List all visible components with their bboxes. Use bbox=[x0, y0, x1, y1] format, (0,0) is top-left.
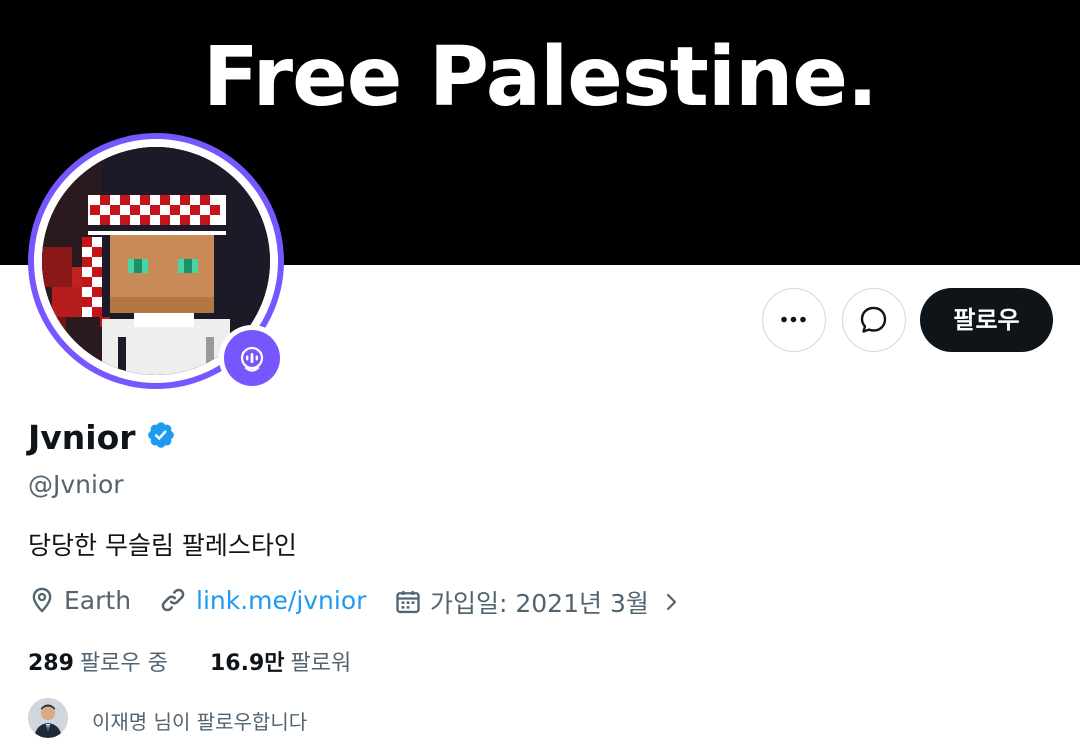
chevron-right-icon bbox=[666, 593, 676, 611]
spaces-icon bbox=[240, 346, 264, 372]
location: Earth bbox=[28, 584, 131, 618]
display-name-row: Jvnior bbox=[28, 418, 176, 462]
following-stat[interactable]: 289 팔로우 중 bbox=[28, 645, 168, 677]
location-text: Earth bbox=[64, 585, 132, 615]
join-date-text: 가입일: 2021년 3월 bbox=[430, 589, 649, 618]
website-link[interactable]: link.me/jvnior bbox=[196, 586, 366, 615]
website[interactable]: link.me/jvnior bbox=[158, 584, 366, 618]
followers-stat[interactable]: 16.9만 팔로워 bbox=[210, 645, 351, 677]
join-date[interactable]: 가입일: 2021년 3월 bbox=[394, 584, 683, 618]
calendar-icon bbox=[396, 590, 420, 614]
banner-text: Free Palestine. bbox=[202, 30, 878, 125]
follower-avatar bbox=[28, 698, 68, 738]
user-handle: @Jvnior bbox=[28, 470, 124, 499]
location-pin-icon bbox=[32, 587, 52, 613]
message-icon bbox=[860, 306, 887, 333]
followers-label: 팔로워 bbox=[290, 651, 352, 676]
message-button[interactable] bbox=[842, 288, 906, 352]
follow-button[interactable]: 팔로우 bbox=[920, 288, 1053, 352]
verified-badge-icon[interactable] bbox=[146, 420, 176, 455]
more-icon bbox=[781, 316, 806, 323]
display-name: Jvnior bbox=[28, 418, 136, 457]
link-icon bbox=[161, 588, 185, 612]
profile-bio: 당당한 무슬림 팔레스타인 bbox=[28, 531, 297, 560]
followed-by-text: 이재명 님이 팔로우합니다 bbox=[92, 710, 308, 734]
spaces-badge[interactable] bbox=[219, 325, 285, 391]
following-label: 팔로우 중 bbox=[79, 651, 168, 676]
more-button[interactable] bbox=[762, 288, 826, 352]
following-count: 289 bbox=[28, 651, 74, 676]
followers-count: 16.9만 bbox=[210, 651, 285, 676]
